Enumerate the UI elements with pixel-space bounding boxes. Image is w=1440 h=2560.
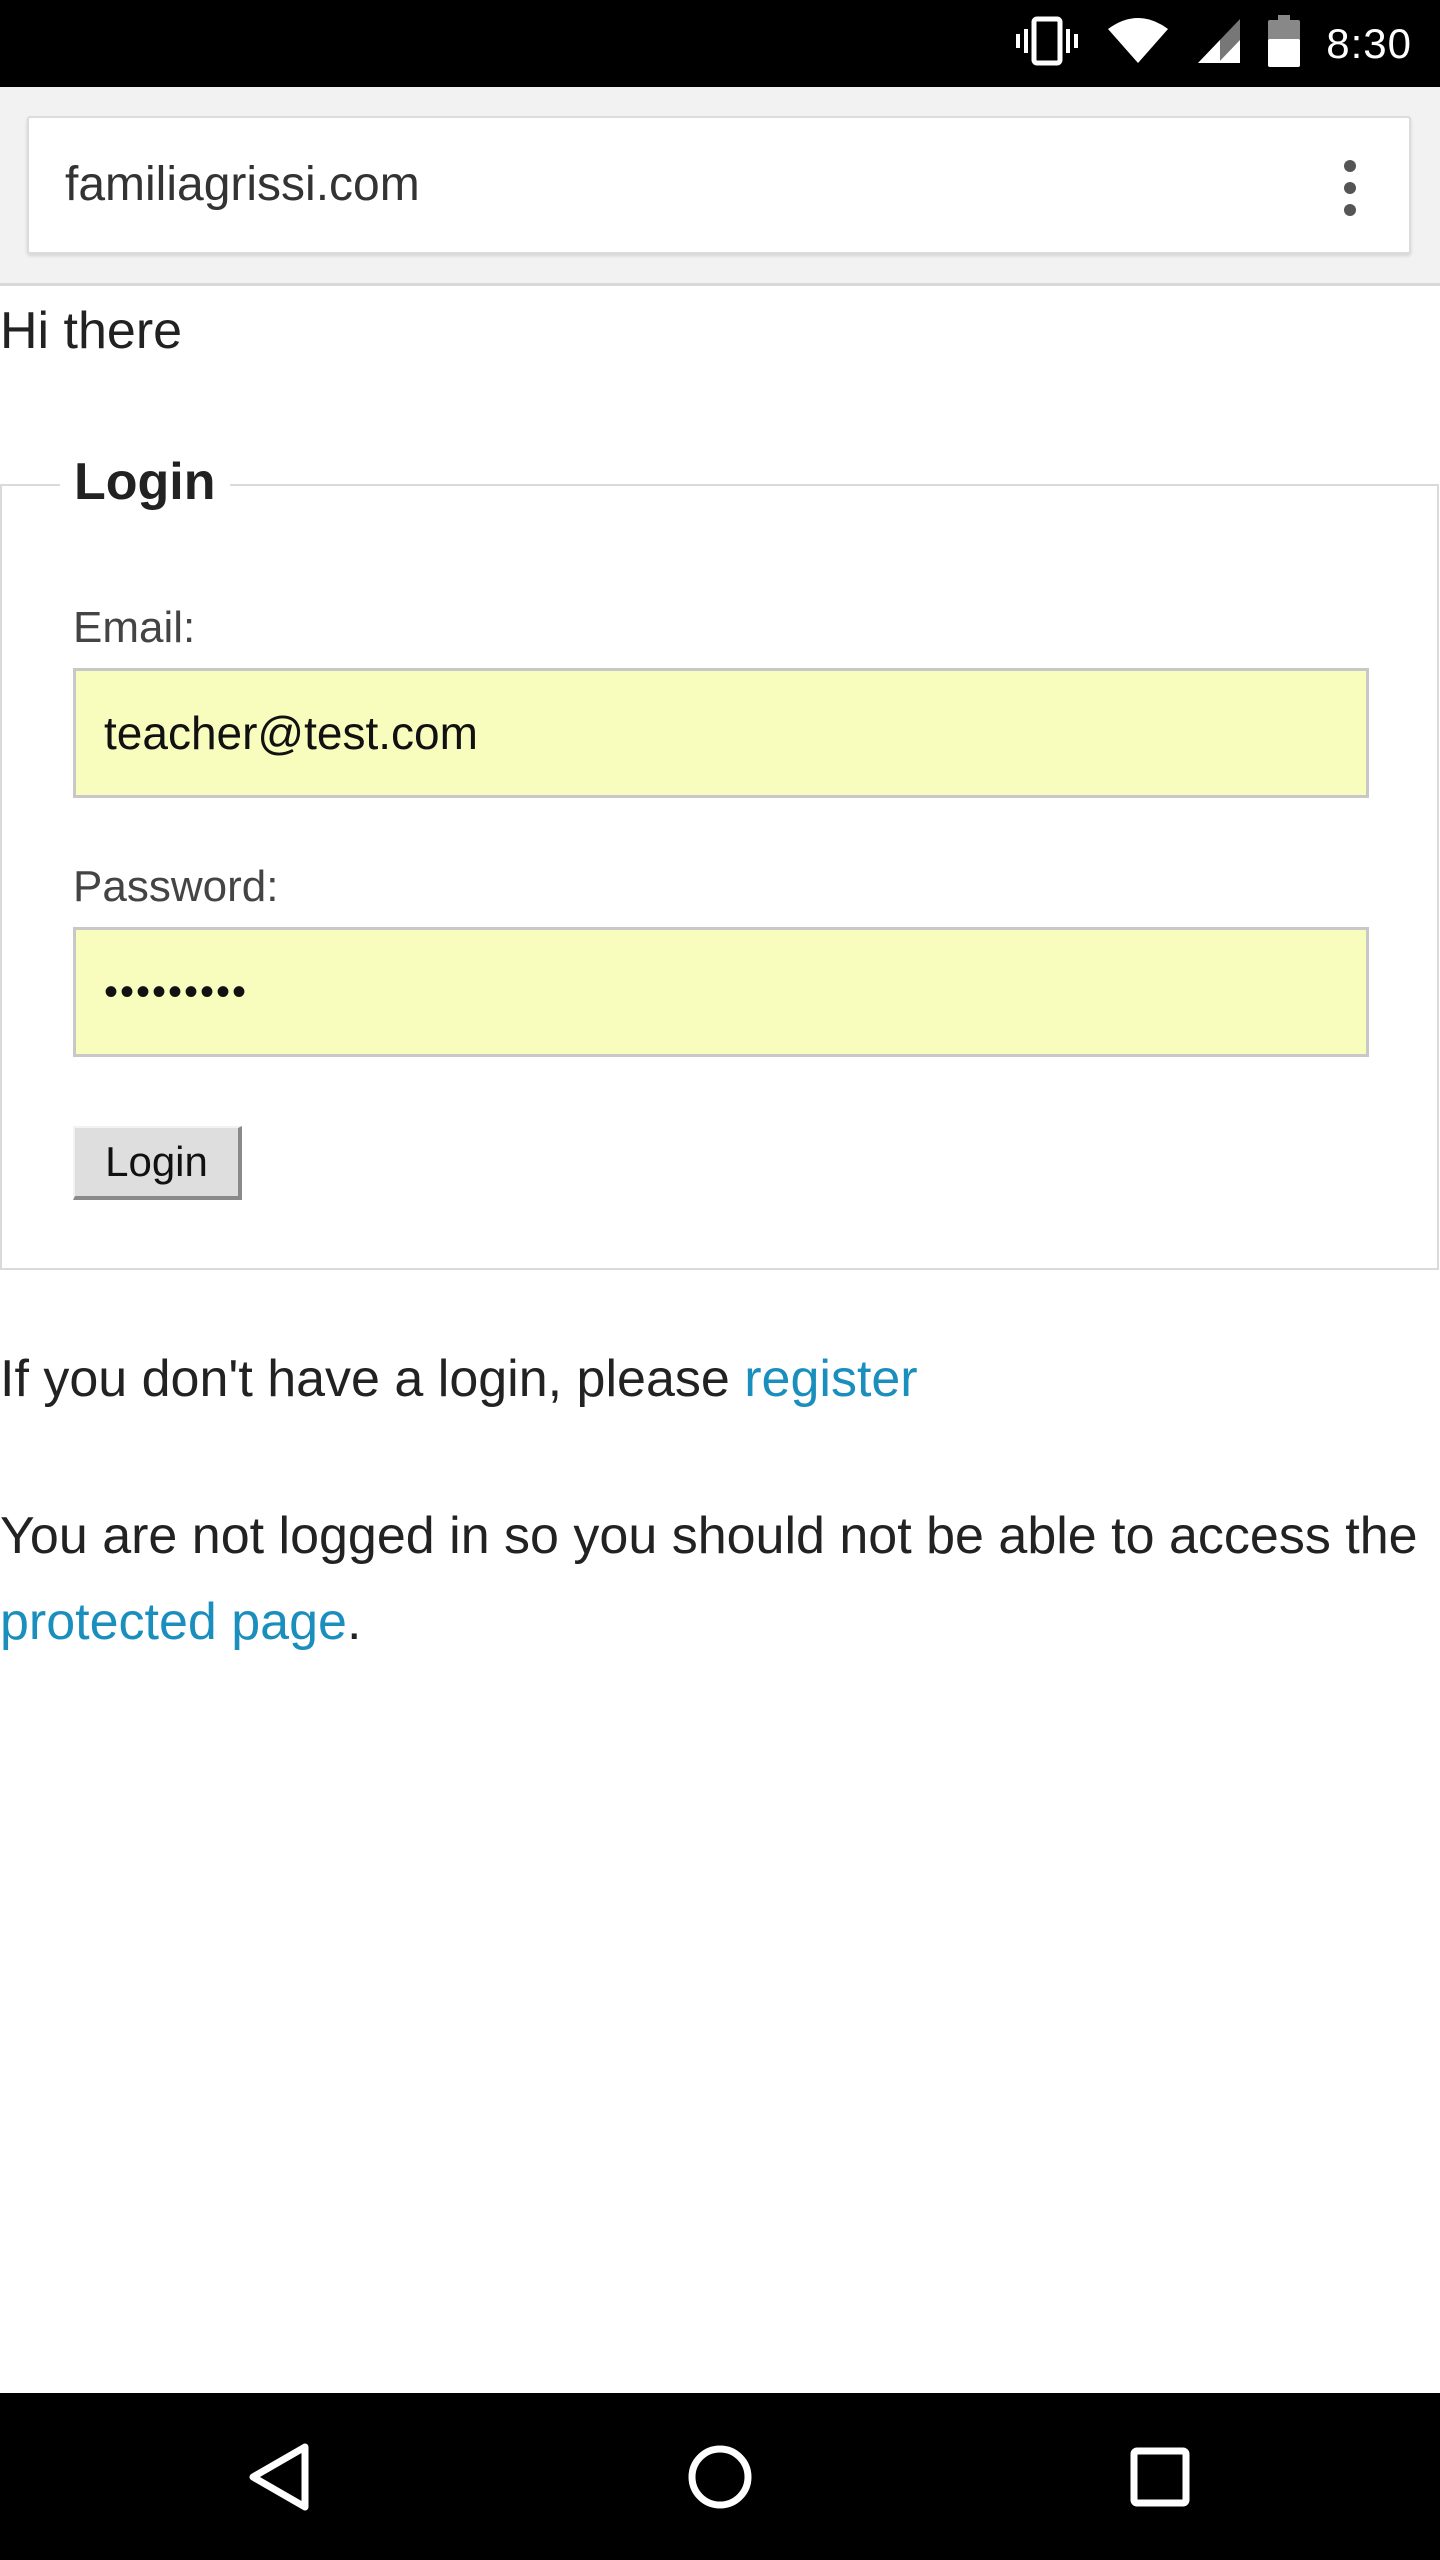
password-label: Password: [73,862,279,911]
email-label: Email: [73,603,196,652]
url-text[interactable]: familiagrissi.com [65,118,420,252]
protected-page-link[interactable]: protected page [0,1593,347,1651]
login-legend: Login [60,442,230,522]
status-time: 8:30 [1326,19,1412,67]
notice-period: . [346,1593,362,1651]
login-button[interactable]: Login [73,1126,242,1200]
back-icon[interactable] [200,2393,360,2560]
greeting-text: Hi there [0,302,183,360]
register-paragraph: If you don't have a login, please regist… [0,1336,1430,1422]
notice-text: You are not logged in so you should not … [0,1507,1418,1565]
wifi-icon [1106,17,1170,70]
register-link[interactable]: register [744,1350,917,1408]
navigation-bar [0,2393,1440,2560]
email-field[interactable] [73,668,1369,798]
vibrate-icon [1014,16,1080,71]
recents-icon[interactable] [1080,2393,1240,2560]
battery-icon [1268,15,1301,72]
register-text: If you don't have a login, please [0,1350,745,1408]
more-vert-icon[interactable] [1337,158,1363,218]
password-field[interactable] [73,927,1369,1057]
browser-toolbar: familiagrissi.com [0,87,1440,286]
url-bar[interactable]: familiagrissi.com [27,116,1411,254]
login-fieldset: Login Email: Password: Login [0,442,1439,1270]
home-icon[interactable] [640,2393,800,2560]
notice-paragraph: You are not logged in so you should not … [0,1493,1430,1665]
status-bar: 8:30 [0,0,1440,87]
cell-signal-icon [1196,17,1242,70]
status-icons: 8:30 [1014,0,1412,87]
